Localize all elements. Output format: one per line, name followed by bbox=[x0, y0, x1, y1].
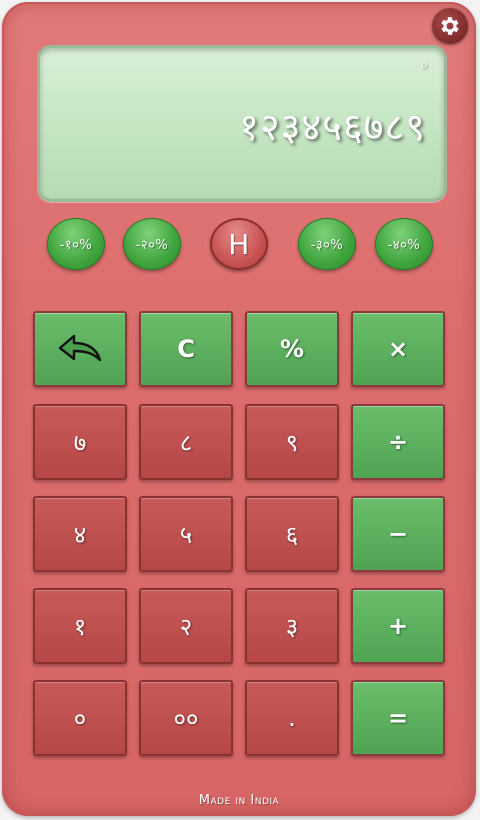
digit-9-button[interactable]: ९ bbox=[245, 404, 339, 480]
add-button[interactable]: + bbox=[351, 588, 445, 664]
digit-8-button[interactable]: ८ bbox=[139, 404, 233, 480]
digit-3-button[interactable]: ३ bbox=[245, 588, 339, 664]
decimal-button[interactable]: . bbox=[245, 680, 339, 756]
digit-4-button[interactable]: ४ bbox=[33, 496, 127, 572]
divide-button[interactable]: ÷ bbox=[351, 404, 445, 480]
backspace-button[interactable] bbox=[33, 311, 127, 387]
digit-2-button[interactable]: २ bbox=[139, 588, 233, 664]
subtract-button[interactable]: − bbox=[351, 496, 445, 572]
digit-1-button[interactable]: १ bbox=[33, 588, 127, 664]
undo-arrow-icon bbox=[58, 334, 102, 362]
digit-0-button[interactable]: ० bbox=[33, 680, 127, 756]
minus-20-percent-button[interactable]: -२०% bbox=[123, 218, 181, 270]
digit-6-button[interactable]: ६ bbox=[245, 496, 339, 572]
equals-button[interactable]: = bbox=[351, 680, 445, 756]
digit-5-button[interactable]: ५ bbox=[139, 496, 233, 572]
gear-icon bbox=[441, 17, 459, 35]
minus-10-percent-button[interactable]: -१०% bbox=[47, 218, 105, 270]
digit-7-button[interactable]: ७ bbox=[33, 404, 127, 480]
memory-indicator: ° bbox=[420, 60, 428, 79]
double-zero-button[interactable]: ०० bbox=[139, 680, 233, 756]
settings-button[interactable] bbox=[432, 8, 468, 44]
footer-made-in-india: Made in India bbox=[198, 793, 280, 808]
display-value: १२३४५६७८९ bbox=[239, 105, 426, 149]
calculator-body: ° १२३४५६७८९ -१०% -२०% H -३०% -४०% C % × … bbox=[2, 2, 476, 816]
multiply-button[interactable]: × bbox=[351, 311, 445, 387]
calculator-display: ° १२३४५६७८९ bbox=[37, 45, 447, 202]
minus-40-percent-button[interactable]: -४०% bbox=[375, 218, 433, 270]
minus-30-percent-button[interactable]: -३०% bbox=[298, 218, 356, 270]
history-button[interactable]: H bbox=[210, 218, 268, 270]
percent-button[interactable]: % bbox=[245, 311, 339, 387]
clear-button[interactable]: C bbox=[139, 311, 233, 387]
